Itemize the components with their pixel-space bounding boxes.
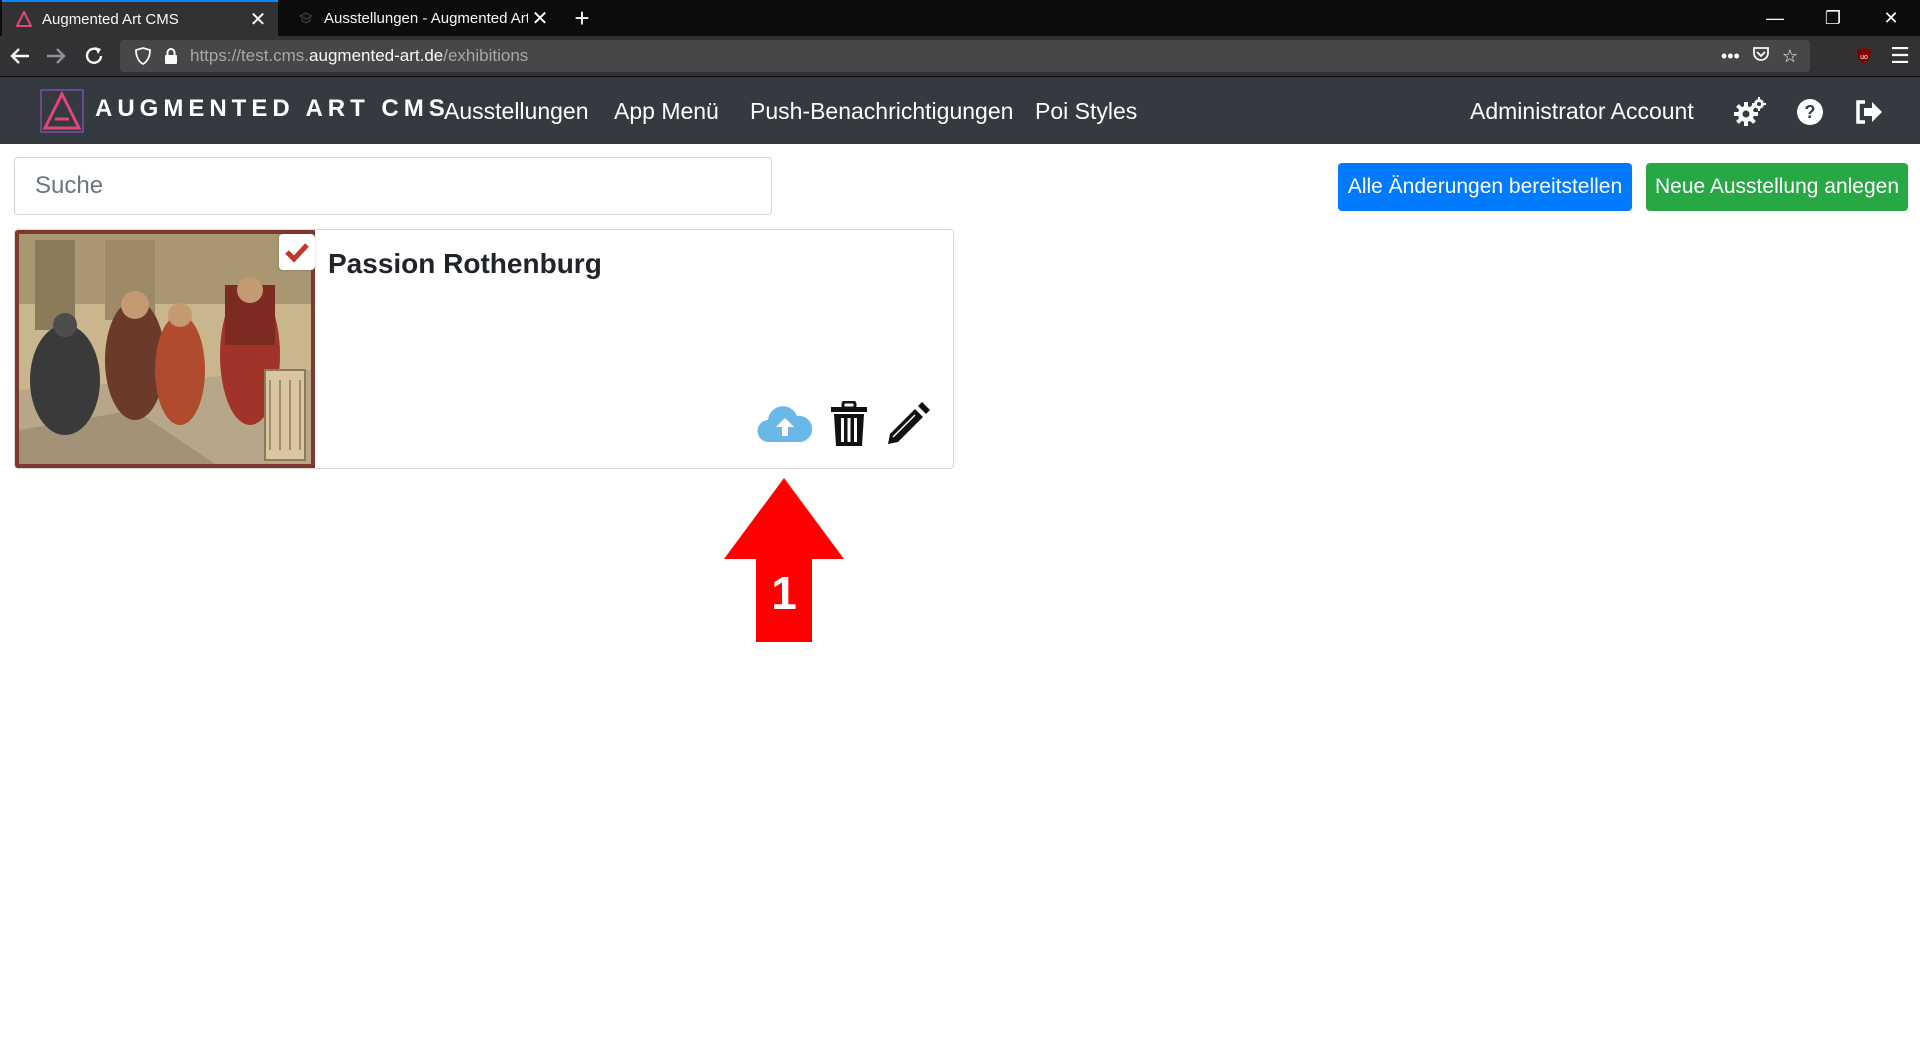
settings-gears-icon[interactable] xyxy=(1733,95,1767,129)
exhibition-select-checkbox[interactable] xyxy=(279,234,315,270)
forward-icon[interactable] xyxy=(42,42,70,70)
search-input[interactable] xyxy=(14,157,772,215)
tab-close-icon[interactable]: ✕ xyxy=(528,6,552,30)
nav-exhibitions[interactable]: Ausstellungen xyxy=(444,98,589,125)
upload-cloud-icon[interactable] xyxy=(755,398,815,450)
annotation-number: 1 xyxy=(771,567,797,619)
edit-pencil-icon[interactable] xyxy=(883,398,933,450)
page-actions-icon[interactable]: ••• xyxy=(1721,46,1740,67)
new-exhibition-button[interactable]: Neue Ausstellung anlegen xyxy=(1646,163,1908,211)
help-icon[interactable]: ? xyxy=(1793,95,1827,129)
tracking-shield-icon[interactable] xyxy=(128,47,158,65)
restore-icon[interactable]: ❐ xyxy=(1804,0,1862,36)
window-close-icon[interactable]: ✕ xyxy=(1862,0,1920,36)
tab-favicon-icon xyxy=(296,8,316,28)
exhibition-card[interactable]: Passion Rothenburg xyxy=(14,229,954,469)
tab-title: Ausstellungen - Augmented Art xyxy=(324,9,528,27)
lock-icon[interactable] xyxy=(158,48,184,64)
svg-text:?: ? xyxy=(1805,102,1816,122)
ublock-icon[interactable]: uo xyxy=(1850,42,1878,70)
browser-nav-bar: https://test.cms.augmented-art.de/exhibi… xyxy=(0,36,1920,76)
app-navbar: AUGMENTED ART CMS Ausstellungen App Menü… xyxy=(0,76,1920,144)
nav-push-notifications[interactable]: Push-Benachrichtigungen xyxy=(750,98,1013,125)
pocket-icon[interactable] xyxy=(1752,45,1770,68)
new-tab-icon[interactable]: + xyxy=(568,3,596,33)
nav-app-menu[interactable]: App Menü xyxy=(614,98,719,125)
nav-poi-styles[interactable]: Poi Styles xyxy=(1035,98,1137,125)
hamburger-menu-icon[interactable]: ☰ xyxy=(1886,42,1914,70)
tab-title: Augmented Art CMS xyxy=(42,10,179,28)
minimize-icon[interactable]: — xyxy=(1746,0,1804,36)
app-favicon-icon xyxy=(14,9,34,29)
browser-tab-active[interactable]: Augmented Art CMS ✕ xyxy=(2,0,278,36)
bookmark-star-icon[interactable]: ☆ xyxy=(1782,46,1798,67)
nav-account[interactable]: Administrator Account xyxy=(1470,98,1694,125)
reload-icon[interactable] xyxy=(80,42,108,70)
exhibition-title[interactable]: Passion Rothenburg xyxy=(328,248,602,280)
url-text: https://test.cms.augmented-art.de/exhibi… xyxy=(190,46,529,65)
url-bar[interactable]: https://test.cms.augmented-art.de/exhibi… xyxy=(120,40,1810,72)
check-icon xyxy=(285,243,309,263)
back-icon[interactable] xyxy=(6,42,34,70)
browser-tab-bar: Augmented Art CMS ✕ Ausstellungen - Augm… xyxy=(0,0,1920,36)
delete-trash-icon[interactable] xyxy=(827,398,871,450)
browser-tab-inactive[interactable]: Ausstellungen - Augmented Art ✕ xyxy=(284,0,560,36)
deploy-all-button[interactable]: Alle Änderungen bereitstellen xyxy=(1338,163,1632,211)
tab-close-icon[interactable]: ✕ xyxy=(246,7,270,31)
app-logo[interactable] xyxy=(40,89,84,133)
svg-text:uo: uo xyxy=(1860,54,1868,61)
logout-icon[interactable] xyxy=(1852,95,1886,129)
app-brand[interactable]: AUGMENTED ART CMS xyxy=(95,95,450,123)
exhibition-thumbnail[interactable] xyxy=(15,230,315,468)
